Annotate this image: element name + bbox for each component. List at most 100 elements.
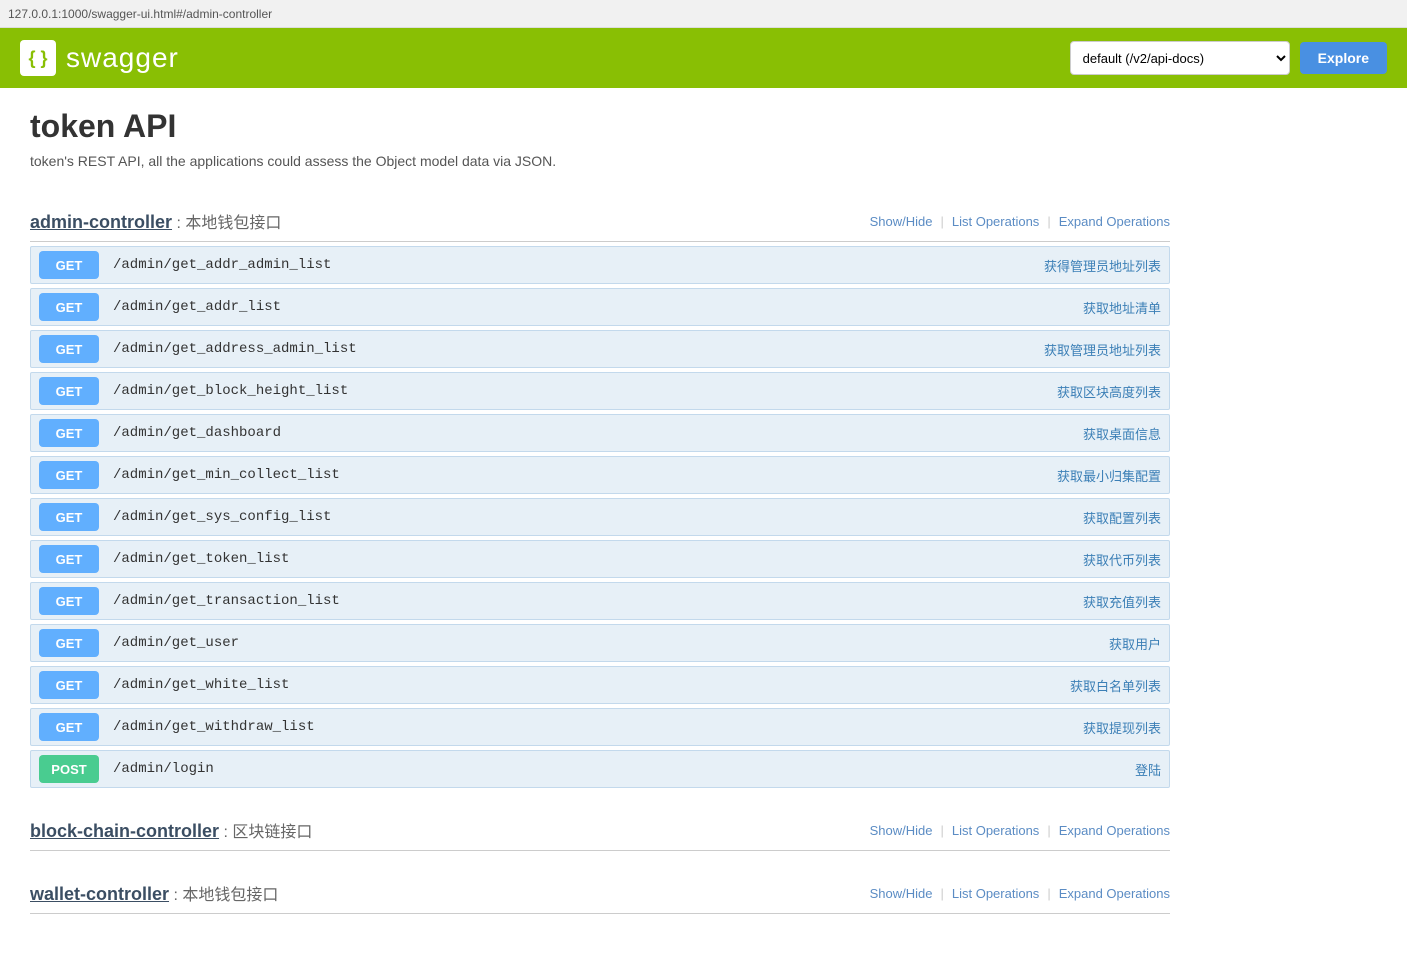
api-path: /admin/get_withdraw_list — [113, 719, 1083, 735]
method-badge-get: GET — [39, 713, 99, 741]
api-desc: 获取提现列表 — [1083, 718, 1161, 737]
api-path: /admin/get_transaction_list — [113, 593, 1083, 609]
controller-name-link-wallet-controller[interactable]: wallet-controller — [30, 884, 169, 904]
method-badge-get: GET — [39, 335, 99, 363]
api-desc: 获取充值列表 — [1083, 592, 1161, 611]
api-title: token API — [30, 108, 1170, 145]
api-row[interactable]: GET/admin/get_transaction_list获取充值列表 — [30, 582, 1170, 620]
controllers-container: admin-controller : 本地钱包接口 Show/Hide | List … — [30, 199, 1170, 914]
controller-section-wallet-controller: wallet-controller : 本地钱包接口 Show/Hide | List… — [30, 871, 1170, 914]
api-desc: 获得管理员地址列表 — [1044, 256, 1161, 275]
api-row[interactable]: GET/admin/get_white_list获取白名单列表 — [30, 666, 1170, 704]
controller-title-wallet-controller: wallet-controller : 本地钱包接口 — [30, 881, 278, 905]
separator-2-admin-controller: | — [1047, 214, 1050, 229]
controller-label-wallet-controller: 本地钱包接口 — [182, 887, 278, 904]
main-content: token API token's REST API, all the appl… — [0, 88, 1200, 954]
api-path: /admin/get_token_list — [113, 551, 1083, 567]
browser-bar: 127.0.0.1:1000/swagger-ui.html#/admin-co… — [0, 0, 1407, 28]
api-row[interactable]: GET/admin/get_sys_config_list获取配置列表 — [30, 498, 1170, 536]
controller-name-link-block-chain-controller[interactable]: block-chain-controller — [30, 821, 219, 841]
method-badge-get: GET — [39, 461, 99, 489]
method-badge-get: GET — [39, 503, 99, 531]
controller-actions-admin-controller: Show/Hide | List Operations | Expand Operati… — [870, 214, 1170, 229]
separator-2-block-chain-controller: | — [1047, 823, 1050, 838]
expand-operations-link-admin-controller[interactable]: Expand Operations — [1059, 214, 1170, 229]
api-row[interactable]: GET/admin/get_withdraw_list获取提现列表 — [30, 708, 1170, 746]
controller-header-admin-controller: admin-controller : 本地钱包接口 Show/Hide | List … — [30, 199, 1170, 242]
method-badge-get: GET — [39, 293, 99, 321]
controller-colon-block-chain-controller: : — [219, 824, 232, 841]
method-badge-get: GET — [39, 251, 99, 279]
api-path: /admin/get_sys_config_list — [113, 509, 1083, 525]
list-operations-link-wallet-controller[interactable]: List Operations — [952, 886, 1039, 901]
api-row[interactable]: GET/admin/get_addr_list获取地址清单 — [30, 288, 1170, 326]
explore-button[interactable]: Explore — [1300, 42, 1387, 74]
api-path: /admin/get_min_collect_list — [113, 467, 1057, 483]
api-row[interactable]: GET/admin/get_block_height_list获取区块高度列表 — [30, 372, 1170, 410]
api-path: /admin/get_addr_list — [113, 299, 1083, 315]
show-hide-link-wallet-controller[interactable]: Show/Hide — [870, 886, 933, 901]
api-docs-select[interactable]: default (/v2/api-docs) — [1070, 41, 1290, 75]
api-path: /admin/login — [113, 761, 1135, 777]
api-row[interactable]: POST/admin/login登陆 — [30, 750, 1170, 788]
swagger-logo-text: swagger — [66, 42, 179, 74]
method-badge-get: GET — [39, 377, 99, 405]
api-description: token's REST API, all the applications c… — [30, 153, 1170, 169]
api-path: /admin/get_white_list — [113, 677, 1070, 693]
controller-header-block-chain-controller: block-chain-controller : 区块链接口 Show/Hide |… — [30, 808, 1170, 851]
api-row[interactable]: GET/admin/get_address_admin_list获取管理员地址列… — [30, 330, 1170, 368]
controller-header-wallet-controller: wallet-controller : 本地钱包接口 Show/Hide | List… — [30, 871, 1170, 914]
browser-url: 127.0.0.1:1000/swagger-ui.html#/admin-co… — [8, 7, 272, 21]
api-desc: 获取桌面信息 — [1083, 424, 1161, 443]
api-desc: 获取地址清单 — [1083, 298, 1161, 317]
controller-label-block-chain-controller: 区块链接口 — [232, 824, 312, 841]
controller-actions-block-chain-controller: Show/Hide | List Operations | Expand Operati… — [870, 823, 1170, 838]
api-desc: 获取用户 — [1109, 634, 1161, 653]
api-desc: 登陆 — [1135, 760, 1161, 779]
api-row[interactable]: GET/admin/get_token_list获取代币列表 — [30, 540, 1170, 578]
api-row[interactable]: GET/admin/get_addr_admin_list获得管理员地址列表 — [30, 246, 1170, 284]
swagger-logo-icon: { } — [20, 40, 56, 76]
controller-section-admin-controller: admin-controller : 本地钱包接口 Show/Hide | List … — [30, 199, 1170, 788]
controller-name-link-admin-controller[interactable]: admin-controller — [30, 212, 172, 232]
controller-section-block-chain-controller: block-chain-controller : 区块链接口 Show/Hide |… — [30, 808, 1170, 851]
api-desc: 获取白名单列表 — [1070, 676, 1161, 695]
api-path: /admin/get_dashboard — [113, 425, 1083, 441]
api-path: /admin/get_address_admin_list — [113, 341, 1044, 357]
show-hide-link-block-chain-controller[interactable]: Show/Hide — [870, 823, 933, 838]
api-desc: 获取代币列表 — [1083, 550, 1161, 569]
controller-colon-admin-controller: : — [172, 215, 185, 232]
list-operations-link-block-chain-controller[interactable]: List Operations — [952, 823, 1039, 838]
swagger-header: { } swagger default (/v2/api-docs) Explo… — [0, 28, 1407, 88]
api-desc: 获取配置列表 — [1083, 508, 1161, 527]
method-badge-get: GET — [39, 629, 99, 657]
controller-colon-wallet-controller: : — [169, 887, 182, 904]
api-path: /admin/get_user — [113, 635, 1109, 651]
controller-title-block-chain-controller: block-chain-controller : 区块链接口 — [30, 818, 312, 842]
show-hide-link-admin-controller[interactable]: Show/Hide — [870, 214, 933, 229]
expand-operations-link-wallet-controller[interactable]: Expand Operations — [1059, 886, 1170, 901]
controller-title-admin-controller: admin-controller : 本地钱包接口 — [30, 209, 281, 233]
separator-1-admin-controller: | — [940, 214, 943, 229]
api-path: /admin/get_addr_admin_list — [113, 257, 1044, 273]
api-desc: 获取区块高度列表 — [1057, 382, 1161, 401]
separator-1-block-chain-controller: | — [940, 823, 943, 838]
list-operations-link-admin-controller[interactable]: List Operations — [952, 214, 1039, 229]
method-badge-get: GET — [39, 671, 99, 699]
method-badge-get: GET — [39, 545, 99, 573]
swagger-logo: { } swagger — [20, 40, 179, 76]
api-path: /admin/get_block_height_list — [113, 383, 1057, 399]
api-row[interactable]: GET/admin/get_min_collect_list获取最小归集配置 — [30, 456, 1170, 494]
api-row[interactable]: GET/admin/get_user获取用户 — [30, 624, 1170, 662]
api-desc: 获取管理员地址列表 — [1044, 340, 1161, 359]
controller-label-admin-controller: 本地钱包接口 — [185, 215, 281, 232]
separator-1-wallet-controller: | — [940, 886, 943, 901]
swagger-header-right: default (/v2/api-docs) Explore — [1070, 41, 1387, 75]
expand-operations-link-block-chain-controller[interactable]: Expand Operations — [1059, 823, 1170, 838]
api-row[interactable]: GET/admin/get_dashboard获取桌面信息 — [30, 414, 1170, 452]
method-badge-get: GET — [39, 419, 99, 447]
controller-actions-wallet-controller: Show/Hide | List Operations | Expand Operati… — [870, 886, 1170, 901]
separator-2-wallet-controller: | — [1047, 886, 1050, 901]
method-badge-post: POST — [39, 755, 99, 783]
method-badge-get: GET — [39, 587, 99, 615]
